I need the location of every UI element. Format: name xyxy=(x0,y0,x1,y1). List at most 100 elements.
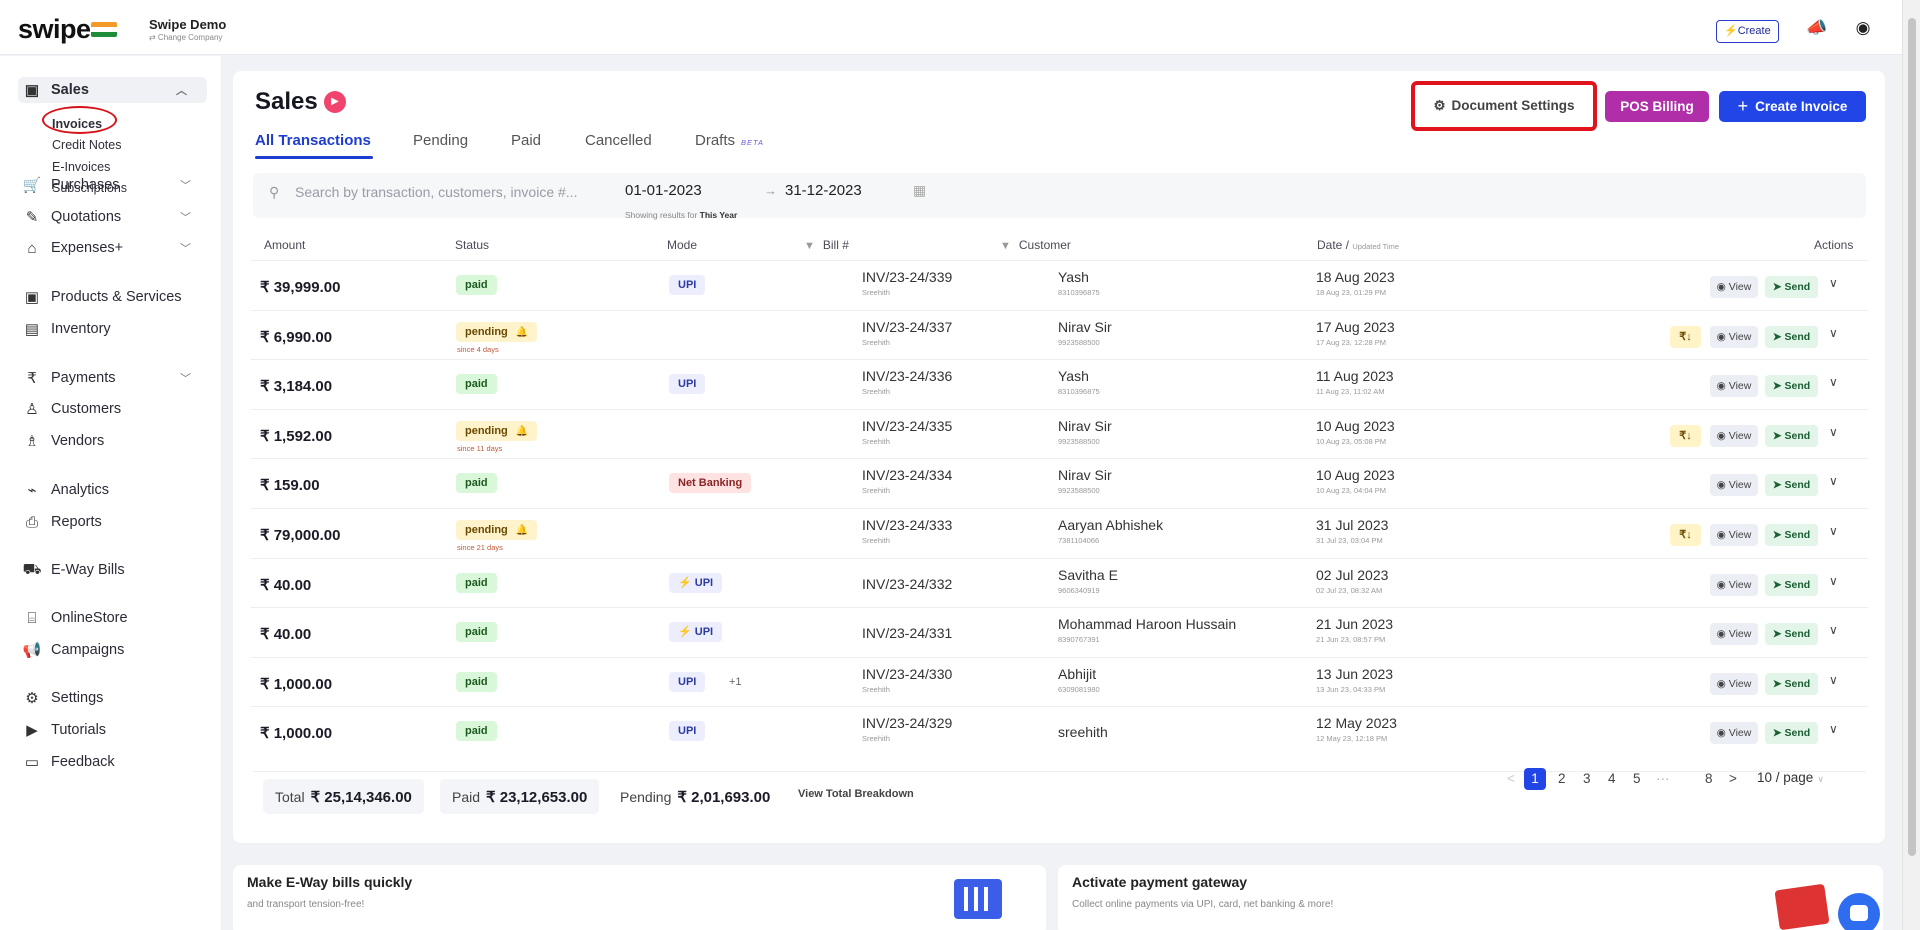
send-button[interactable]: ➤ Send xyxy=(1765,375,1818,398)
customer-name[interactable]: sreehith xyxy=(1058,724,1108,740)
send-button[interactable]: ➤ Send xyxy=(1765,424,1818,447)
bell-icon[interactable]: 🔔 xyxy=(516,525,528,536)
customer-name[interactable]: Aaryan Abhishek xyxy=(1058,517,1163,533)
filter-icon[interactable]: ▼ xyxy=(1000,240,1011,252)
page-2-button[interactable]: 2 xyxy=(1558,771,1566,786)
send-button[interactable]: ➤ Send xyxy=(1765,722,1818,745)
table-row[interactable]: ₹ 39,999.00 paid UPI INV/23-24/339 Sreehith Y… xyxy=(251,260,1868,310)
customer-name[interactable]: Yash xyxy=(1058,368,1089,384)
sidebar-sub-credit-notes[interactable]: Credit Notes xyxy=(52,138,121,152)
bill-number[interactable]: INV/23-24/339 xyxy=(862,269,952,285)
tab-paid[interactable]: Paid xyxy=(511,132,541,149)
bill-number[interactable]: INV/23-24/333 xyxy=(862,517,952,533)
table-row[interactable]: ₹ 1,592.00 pending 🔔 since 11 days INV/23-24… xyxy=(251,408,1868,459)
customer-name[interactable]: Nirav Sir xyxy=(1058,467,1112,483)
chevron-down-icon[interactable]: ∨ xyxy=(1829,375,1838,389)
next-page-button[interactable]: > xyxy=(1729,771,1737,786)
sidebar-item-reports[interactable]: ⎙ Reports xyxy=(22,509,211,535)
view-button[interactable]: ◉ View xyxy=(1710,276,1758,298)
view-button[interactable]: ◉ View xyxy=(1710,424,1758,447)
chevron-down-icon[interactable]: ∨ xyxy=(1829,524,1838,538)
view-button[interactable]: ◉ View xyxy=(1710,474,1758,497)
rupee-down-icon[interactable]: ₹↓ xyxy=(1670,524,1701,546)
sidebar-item-tutorials[interactable]: ▶ Tutorials xyxy=(22,717,211,743)
chevron-down-icon[interactable]: ∨ xyxy=(1829,326,1838,340)
page-1-button[interactable]: 1 xyxy=(1524,768,1546,790)
sidebar-item-sales[interactable]: ▣ Sales ︿ xyxy=(18,77,207,103)
chevron-down-icon[interactable]: ∨ xyxy=(1829,722,1838,736)
search-input[interactable]: Search by transaction, customers, invoic… xyxy=(295,184,577,200)
table-row[interactable]: ₹ 40.00 paid ⚡ UPI INV/23-24/332 Savitha E 96… xyxy=(251,557,1868,608)
table-row[interactable]: ₹ 6,990.00 pending 🔔 since 4 days INV/23-24/… xyxy=(251,309,1868,360)
sidebar-item-customers[interactable]: ♙ Customers xyxy=(22,396,211,422)
customer-name[interactable]: Mohammad Haroon Hussain xyxy=(1058,616,1236,632)
bell-icon[interactable]: 🔔 xyxy=(516,327,528,338)
rupee-down-icon[interactable]: ₹↓ xyxy=(1670,424,1701,447)
chevron-down-icon[interactable]: ∨ xyxy=(1829,673,1838,687)
sidebar-item-campaigns[interactable]: 📢 Campaigns xyxy=(22,637,211,663)
column-header-customer[interactable]: ▼ Customer xyxy=(1000,238,1071,252)
page-8-button[interactable]: 8 xyxy=(1705,771,1713,786)
view-button[interactable]: ◉ View xyxy=(1710,573,1758,596)
view-button[interactable]: ◉ View xyxy=(1710,672,1758,695)
bill-number[interactable]: INV/23-24/330 xyxy=(862,666,952,682)
sidebar-item-expenses[interactable]: ⌂ Expenses+ ﹀ xyxy=(22,235,211,261)
create-button[interactable]: ⚡Create xyxy=(1716,20,1779,43)
prev-page-button[interactable]: < xyxy=(1507,771,1515,786)
bell-icon[interactable]: 🔔 xyxy=(516,426,528,437)
swipe-logo[interactable]: swipe xyxy=(18,14,91,45)
view-button[interactable]: ◉ View xyxy=(1710,623,1758,646)
date-from-input[interactable]: 01-01-2023 xyxy=(625,182,702,199)
pos-billing-button[interactable]: POS Billing xyxy=(1605,91,1709,122)
table-row[interactable]: ₹ 159.00 paid Net Banking INV/23-24/334 Sree… xyxy=(251,458,1868,508)
tab-pending[interactable]: Pending xyxy=(413,132,468,149)
sidebar-item-products-services[interactable]: ▣ Products & Services xyxy=(22,284,211,310)
sidebar-item-inventory[interactable]: ▤ Inventory xyxy=(22,316,211,342)
scrollbar-thumb[interactable] xyxy=(1908,18,1916,856)
view-button[interactable]: ◉ View xyxy=(1710,325,1758,348)
bill-number[interactable]: INV/23-24/335 xyxy=(862,418,952,434)
page-4-button[interactable]: 4 xyxy=(1608,771,1616,786)
table-row[interactable]: ₹ 1,000.00 paid UPI +1 INV/23-24/330 Sreehith… xyxy=(251,656,1868,707)
table-row[interactable]: ₹ 40.00 paid ⚡ UPI INV/23-24/331 Mohammad Ha… xyxy=(251,607,1868,657)
page-3-button[interactable]: 3 xyxy=(1583,771,1591,786)
sidebar-item-feedback[interactable]: ▭ Feedback xyxy=(22,749,211,775)
rupee-down-icon[interactable]: ₹↓ xyxy=(1670,325,1701,348)
table-row[interactable]: ₹ 3,184.00 paid UPI INV/23-24/336 Sreehith Ya… xyxy=(251,359,1868,409)
sidebar-item-quotations[interactable]: ✎ Quotations ﹀ xyxy=(22,204,211,230)
tab-drafts[interactable]: Drafts BETA xyxy=(695,132,764,149)
change-company-link[interactable]: ⇄ Change Company xyxy=(149,33,222,42)
sidebar-item-analytics[interactable]: ⌁ Analytics xyxy=(22,477,211,503)
send-button[interactable]: ➤ Send xyxy=(1765,276,1818,298)
send-button[interactable]: ➤ Send xyxy=(1765,524,1818,546)
send-button[interactable]: ➤ Send xyxy=(1765,474,1818,497)
table-row[interactable]: ₹ 79,000.00 pending 🔔 since 21 days INV/23-2… xyxy=(251,508,1868,558)
bill-number[interactable]: INV/23-24/337 xyxy=(862,319,952,335)
bill-number[interactable]: INV/23-24/329 xyxy=(862,715,952,731)
company-name[interactable]: Swipe Demo xyxy=(149,17,226,32)
promo-eway[interactable]: Make E-Way bills quickly and transport t… xyxy=(233,865,1046,930)
bill-number[interactable]: INV/23-24/331 xyxy=(862,625,952,641)
chat-support-button[interactable] xyxy=(1838,893,1880,930)
play-icon[interactable]: ▶ xyxy=(324,91,346,113)
customer-name[interactable]: Nirav Sir xyxy=(1058,418,1112,434)
page-5-button[interactable]: 5 xyxy=(1633,771,1641,786)
sidebar-item-onlinestore[interactable]: ⌸ OnlineStore xyxy=(22,605,211,631)
filter-icon[interactable]: ▼ xyxy=(804,240,815,252)
sidebar-item-e-way-bills[interactable]: ⛟ E-Way Bills xyxy=(22,557,211,583)
tab-cancelled[interactable]: Cancelled xyxy=(585,132,652,149)
user-icon[interactable]: ◉ xyxy=(1852,18,1874,40)
table-row[interactable]: ₹ 1,000.00 paid UPI INV/23-24/329 Sreehith sr… xyxy=(251,706,1868,756)
view-button[interactable]: ◉ View xyxy=(1710,375,1758,398)
sidebar-item-payments[interactable]: ₹ Payments ﹀ xyxy=(22,365,211,391)
send-button[interactable]: ➤ Send xyxy=(1765,325,1818,348)
column-header-bill[interactable]: ▼ Bill # xyxy=(804,238,849,252)
pagination-ellipsis[interactable]: ··· xyxy=(1656,771,1670,786)
view-button[interactable]: ◉ View xyxy=(1710,524,1758,546)
send-button[interactable]: ➤ Send xyxy=(1765,573,1818,596)
bill-number[interactable]: INV/23-24/334 xyxy=(862,467,952,483)
customer-name[interactable]: Nirav Sir xyxy=(1058,319,1112,335)
bill-number[interactable]: INV/23-24/336 xyxy=(862,368,952,384)
customer-name[interactable]: Savitha E xyxy=(1058,567,1118,583)
chevron-down-icon[interactable]: ∨ xyxy=(1829,474,1838,488)
